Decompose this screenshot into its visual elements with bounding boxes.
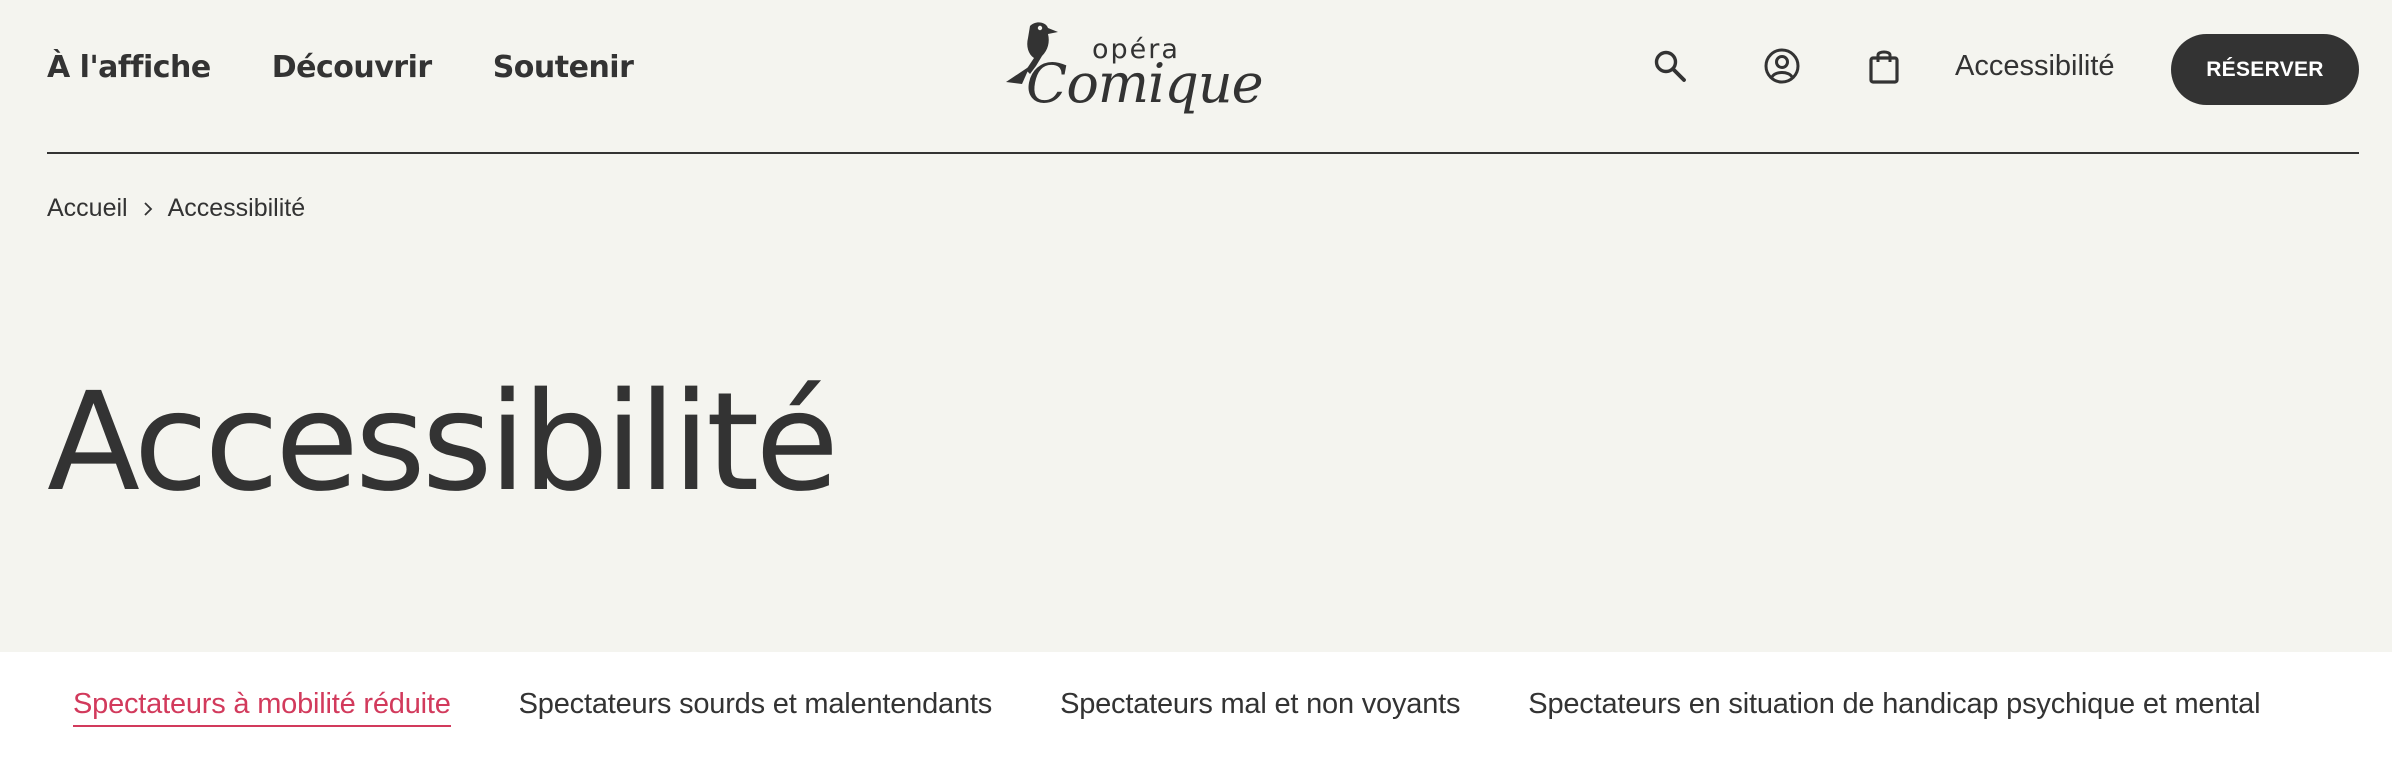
nav-item-decouvrir[interactable]: Découvrir <box>272 50 432 85</box>
search-button[interactable] <box>1648 44 1692 88</box>
breadcrumb-home-link[interactable]: Accueil <box>47 194 128 223</box>
tab-handicap-psychique-mental[interactable]: Spectateurs en situation de handicap psy… <box>1528 688 2260 727</box>
search-icon <box>1654 50 1686 82</box>
nav-item-a-l-affiche[interactable]: À l'affiche <box>47 50 211 85</box>
chevron-right-icon <box>142 200 154 218</box>
page-title: Accessibilité <box>47 364 839 522</box>
tab-sourds-malentendants[interactable]: Spectateurs sourds et malentendants <box>519 688 993 727</box>
tab-mobilite-reduite[interactable]: Spectateurs à mobilité réduite <box>73 688 451 727</box>
reserve-button[interactable]: RÉSERVER <box>2171 34 2359 105</box>
user-circle-icon <box>1764 48 1800 84</box>
cart-button[interactable] <box>1862 44 1906 88</box>
tab-mal-non-voyants[interactable]: Spectateurs mal et non voyants <box>1060 688 1460 727</box>
accessibility-link[interactable]: Accessibilité <box>1955 50 2115 83</box>
accessibility-tabs: Spectateurs à mobilité réduite Spectateu… <box>73 688 2261 727</box>
logo-comique-text: Comique <box>1026 52 1264 115</box>
opera-comique-logo[interactable]: opéra Comique <box>996 14 1264 118</box>
main-navigation: À l'affiche Découvrir Soutenir <box>47 50 634 85</box>
shopping-bag-icon <box>1869 50 1899 84</box>
header-divider <box>47 152 2359 154</box>
account-button[interactable] <box>1760 44 1804 88</box>
breadcrumb-current: Accessibilité <box>167 194 306 222</box>
breadcrumb: Accueil Accessibilité <box>47 194 305 223</box>
nav-item-soutenir[interactable]: Soutenir <box>493 50 634 85</box>
